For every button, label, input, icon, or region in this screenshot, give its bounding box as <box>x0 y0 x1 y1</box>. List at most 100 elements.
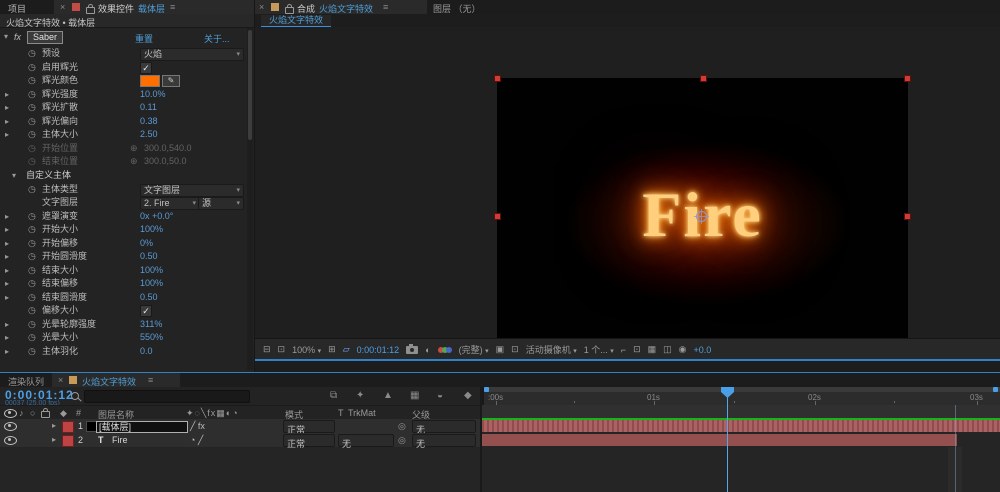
stopwatch-icon[interactable]: ◷ <box>28 304 36 317</box>
twirl-closed-icon[interactable]: ▸ <box>52 435 56 444</box>
twirl-closed-icon[interactable]: ▸ <box>5 331 9 344</box>
twirl-closed-icon[interactable]: ▸ <box>5 291 9 304</box>
show-snapshot-icon[interactable]: ◐ <box>425 345 430 355</box>
motion-blur-icon[interactable]: ◒ <box>437 390 443 401</box>
param-value[interactable]: 0.50 <box>140 291 158 304</box>
pixel-aspect-icon[interactable]: ⊡ <box>633 344 641 355</box>
lock-icon[interactable] <box>86 4 95 14</box>
twirl-closed-icon[interactable]: ▸ <box>5 250 9 263</box>
reset-link[interactable]: 重置 <box>135 32 153 45</box>
panel-menu-icon[interactable]: ≡ <box>148 375 153 385</box>
channels-icon[interactable] <box>437 345 452 355</box>
frame-blend-icon[interactable]: ▦ <box>410 390 419 401</box>
parent-select[interactable]: 无 ▾ <box>412 434 476 449</box>
draft3d-icon[interactable]: ✦ <box>356 390 364 401</box>
stopwatch-icon[interactable]: ◷ <box>28 237 36 250</box>
preview-icon[interactable]: ⊡ <box>278 344 286 355</box>
group-label[interactable]: 自定义主体 <box>26 169 71 182</box>
layer-name[interactable]: Fire <box>112 435 128 445</box>
param-value[interactable]: 10.0% <box>140 88 166 101</box>
tab-timeline-comp[interactable]: × 火焰文字特效 ≡ <box>52 373 180 389</box>
stopwatch-icon[interactable]: ◷ <box>28 61 36 74</box>
param-value[interactable]: 100% <box>140 277 163 290</box>
text-layer-select[interactable]: 2. Fire ▾ <box>140 197 200 210</box>
stopwatch-icon[interactable]: ◷ <box>28 264 36 277</box>
timeline-nav-icon[interactable]: ◫ <box>663 344 672 355</box>
param-value[interactable]: 0% <box>140 237 153 250</box>
twirl-closed-icon[interactable]: ▸ <box>5 237 9 250</box>
lock-column-icon[interactable] <box>41 408 50 418</box>
pickwhip-icon[interactable]: ◎ <box>398 421 406 432</box>
time-ruler[interactable]: :00s 01s 02s 03s <box>482 387 1000 405</box>
pickwhip-icon[interactable]: ◎ <box>398 435 406 446</box>
stopwatch-icon[interactable]: ◷ <box>28 318 36 331</box>
twirl-open-icon[interactable]: ▾ <box>4 32 8 41</box>
view-layout-select[interactable]: 1 个... ▾ <box>584 343 614 356</box>
blend-mode-select[interactable]: 正常 ▾ <box>283 434 335 449</box>
twirl-closed-icon[interactable]: ▸ <box>5 115 9 128</box>
hide-shy-icon[interactable]: ▲ <box>383 390 393 401</box>
layer-duration-bar[interactable] <box>482 434 957 446</box>
param-value[interactable]: 0.0 <box>140 345 153 358</box>
eyedropper-icon[interactable]: ✎ <box>162 75 180 87</box>
selection-handle[interactable] <box>494 75 501 82</box>
stopwatch-icon[interactable]: ◷ <box>28 277 36 290</box>
viewer-timecode[interactable]: 0:00:01:12 <box>357 345 400 355</box>
fast-previews-icon[interactable]: ▦ <box>648 344 657 355</box>
exposure-icon[interactable]: ◉ <box>679 344 687 355</box>
twirl-closed-icon[interactable]: ▸ <box>52 421 56 430</box>
stopwatch-icon[interactable]: ◷ <box>28 115 36 128</box>
time-navigator[interactable] <box>484 387 1000 392</box>
layer-row[interactable]: ▸ 2 T Fire ◔ ╱ 正常 ▾ 无 ▾ ◎ 无 ▾ <box>0 433 481 449</box>
twirl-closed-icon[interactable]: ▸ <box>5 128 9 141</box>
glow-color-swatch[interactable] <box>140 75 160 87</box>
roi-icon[interactable]: ▣ <box>496 344 505 355</box>
param-value[interactable]: 0.11 <box>140 101 157 114</box>
parent-select[interactable]: 无 ▾ <box>412 420 476 435</box>
eye-icon[interactable] <box>4 422 17 431</box>
param-value[interactable]: 311% <box>140 318 162 331</box>
stopwatch-icon[interactable]: ◷ <box>28 88 36 101</box>
param-value[interactable]: 0x +0.0° <box>140 210 173 223</box>
stopwatch-icon[interactable]: ◷ <box>28 250 36 263</box>
layer-name-edit-field[interactable]: [载体层] <box>96 421 188 433</box>
stopwatch-icon[interactable]: ◷ <box>28 223 36 236</box>
zoom-select[interactable]: 100% ▾ <box>292 345 321 355</box>
twirl-closed-icon[interactable]: ▸ <box>5 264 9 277</box>
selection-handle[interactable] <box>904 213 911 220</box>
close-icon[interactable]: × <box>58 375 63 385</box>
lock-icon[interactable] <box>285 4 294 14</box>
close-icon[interactable]: × <box>259 2 264 12</box>
stopwatch-icon[interactable]: ◷ <box>28 183 36 196</box>
twirl-closed-icon[interactable]: ▸ <box>5 210 9 223</box>
navigator-end-handle[interactable] <box>993 387 998 392</box>
viewer-pasteboard[interactable]: Fire <box>255 27 1000 356</box>
param-value[interactable]: 100% <box>140 223 163 236</box>
twirl-closed-icon[interactable]: ▸ <box>5 88 9 101</box>
effect-panel-scrollbar[interactable] <box>247 28 253 370</box>
about-link[interactable]: 关于... <box>204 32 230 45</box>
twirl-closed-icon[interactable]: ▸ <box>5 223 9 236</box>
search-icon[interactable] <box>71 392 79 400</box>
grid-guides-icon[interactable]: ⊞ <box>328 344 336 355</box>
stopwatch-icon[interactable]: ◷ <box>28 74 36 87</box>
trkmat-header[interactable]: TrkMat <box>348 408 376 418</box>
tab-composition[interactable]: × 合成 火焰文字特效 ≡ <box>255 0 427 16</box>
layer-label-chip[interactable] <box>62 435 74 447</box>
eye-column-icon[interactable] <box>4 409 17 418</box>
eye-icon[interactable] <box>4 436 17 445</box>
label-column-icon[interactable]: ◆ <box>60 408 67 419</box>
param-value[interactable]: 100% <box>140 264 163 277</box>
text-layer-source-select[interactable]: 源 ▾ <box>198 197 244 210</box>
stopwatch-icon[interactable]: ◷ <box>28 101 36 114</box>
switches-header-icons[interactable]: ✦◌╲fx▦◐◔ <box>186 408 239 419</box>
timeline-divider[interactable] <box>480 387 482 492</box>
stopwatch-icon[interactable]: ◷ <box>28 210 36 223</box>
audio-column-icon[interactable]: ♪ <box>19 408 24 418</box>
param-value[interactable]: 0.50 <box>140 250 158 263</box>
monitor-icon[interactable]: ⊟ <box>263 344 271 355</box>
param-value[interactable]: 550% <box>140 331 163 344</box>
exposure-value[interactable]: +0.0 <box>694 345 712 355</box>
panel-menu-icon[interactable]: ≡ <box>170 2 175 12</box>
composition-canvas[interactable]: Fire <box>494 75 911 356</box>
